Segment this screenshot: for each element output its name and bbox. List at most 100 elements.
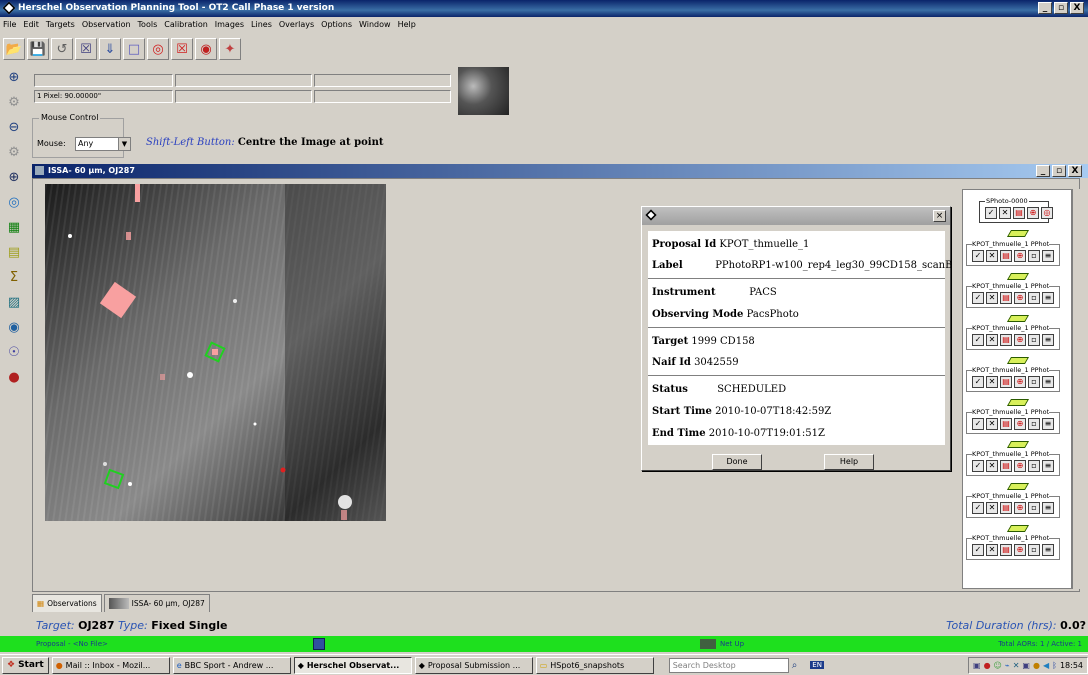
dialog-close-icon[interactable]: × (933, 210, 946, 222)
doc-icon[interactable]: ▫ (1028, 460, 1040, 472)
zoom-out-icon[interactable]: ⊖ (3, 116, 25, 138)
doc-icon[interactable]: ▫ (1028, 292, 1040, 304)
tool-icon[interactable]: ✕ (1013, 661, 1020, 670)
aor-download-icon[interactable]: ⇓ (99, 38, 121, 60)
delete-icon[interactable]: ✕ (986, 502, 998, 514)
list-icon[interactable]: ≡ (1042, 460, 1054, 472)
catalog-icon[interactable]: ◉ (3, 316, 25, 338)
sky-image[interactable] (45, 184, 386, 521)
table-icon[interactable]: ▤ (1000, 250, 1012, 262)
overlay-icon[interactable]: ☉ (3, 341, 25, 363)
checkbox-icon[interactable]: ✓ (985, 207, 997, 219)
target-icon[interactable]: ⊕ (1014, 502, 1026, 514)
zoom-disabled-icon[interactable]: ⚙ (3, 91, 25, 113)
target-icon[interactable]: ⊕ (1014, 544, 1026, 556)
network-icon[interactable]: ⌁ (1005, 661, 1010, 670)
help-button[interactable]: Help (824, 454, 874, 470)
center-target-icon[interactable]: ◎ (3, 191, 25, 213)
layers-icon[interactable]: ▨ (3, 291, 25, 313)
delete-icon[interactable]: ✕ (986, 460, 998, 472)
menu-help[interactable]: Help (398, 18, 416, 32)
list-icon[interactable]: ≡ (1042, 250, 1054, 262)
tab-issa-image[interactable]: ISSA- 60 μm, OJ287 (103, 594, 210, 612)
minimize-button[interactable]: _ (1038, 2, 1052, 14)
checkbox-icon[interactable]: ✓ (972, 334, 984, 346)
aor-item[interactable]: KPOT_thmuelle_1 PPhot ✓ ✕ ▤ ⊕ ▫ ≡ (966, 282, 1060, 312)
desktop-search-input[interactable]: Search Desktop (668, 657, 789, 673)
planet-icon[interactable]: ● (3, 366, 25, 388)
list-icon[interactable]: ≡ (1042, 334, 1054, 346)
aor-list-scrollbar[interactable] (1072, 189, 1080, 589)
image-thumbnail[interactable] (458, 67, 509, 115)
delete-icon[interactable]: ✕ (999, 207, 1011, 219)
target-marker[interactable] (280, 467, 286, 473)
table-icon[interactable]: ▤ (1000, 418, 1012, 430)
target-icon[interactable]: ⊕ (1014, 376, 1026, 388)
bluetooth-icon[interactable]: ᛒ (1052, 661, 1057, 670)
table-icon[interactable]: ▤ (1013, 207, 1025, 219)
footprint-small[interactable] (126, 232, 131, 240)
target-icon[interactable]: ⊕ (1014, 250, 1026, 262)
taskbar-item-bbc[interactable]: e BBC Sport - Andrew ... (172, 656, 291, 674)
target-icon[interactable]: ⊕ (1027, 207, 1039, 219)
menu-edit[interactable]: Edit (23, 18, 39, 32)
delete-icon[interactable]: ✕ (986, 334, 998, 346)
image-maximize-button[interactable]: ▫ (1052, 165, 1066, 177)
taskbar-item-proposal[interactable]: ◆ Proposal Submission ... (414, 656, 533, 674)
table-icon[interactable]: ▤ (1000, 334, 1012, 346)
delete-icon[interactable]: ✕ (986, 250, 998, 262)
table-icon[interactable]: ▤ (1000, 292, 1012, 304)
table-icon[interactable]: ▤ (1000, 544, 1012, 556)
footprint-marker-1[interactable] (212, 349, 218, 355)
delete-icon[interactable]: ✕ (986, 418, 998, 430)
table-icon[interactable]: ▤ (1000, 502, 1012, 514)
footprint-scan-top[interactable] (135, 184, 140, 202)
doc-icon[interactable]: ▫ (1028, 418, 1040, 430)
checkbox-icon[interactable]: ✓ (972, 250, 984, 262)
mouse-select[interactable]: Any ▼ (75, 137, 131, 151)
menu-targets[interactable]: Targets (46, 18, 75, 32)
aor-item[interactable]: KPOT_thmuelle_1 PPhot ✓ ✕ ▤ ⊕ ▫ ≡ (966, 408, 1060, 438)
list-icon[interactable]: ≡ (1042, 544, 1054, 556)
list-icon[interactable]: ≡ (1042, 418, 1054, 430)
aor-document-icon[interactable]: □ (123, 38, 145, 60)
target-icon[interactable]: ⊕ (1014, 460, 1026, 472)
aor-item[interactable]: KPOT_thmuelle_1 PPhot ✓ ✕ ▤ ⊕ ▫ ≡ (966, 366, 1060, 396)
doc-icon[interactable]: ▫ (1028, 376, 1040, 388)
checkbox-icon[interactable]: ✓ (972, 502, 984, 514)
list-icon[interactable]: ≡ (1042, 502, 1054, 514)
app-icon[interactable]: ▣ (1022, 661, 1030, 670)
menu-images[interactable]: Images (215, 18, 244, 32)
delete-icon[interactable]: ✕ (986, 544, 998, 556)
undo-icon[interactable]: ↺ (51, 38, 73, 60)
target-icon[interactable]: ⊕ (1014, 292, 1026, 304)
table-icon[interactable]: ▤ (1000, 376, 1012, 388)
menu-observation[interactable]: Observation (82, 18, 131, 32)
aor-item[interactable]: KPOT_thmuelle_1 PPhot ✓ ✕ ▤ ⊕ ▫ ≡ (966, 492, 1060, 522)
menu-tools[interactable]: Tools (138, 18, 158, 32)
aor-item[interactable]: KPOT_thmuelle_1 PPhot ✓ ✕ ▤ ⊕ ▫ ≡ (966, 240, 1060, 270)
menu-options[interactable]: Options (321, 18, 352, 32)
bullseye-icon[interactable]: ◎ (1041, 207, 1053, 219)
checkbox-icon[interactable]: ✓ (972, 460, 984, 472)
volume-icon[interactable]: ◀ (1043, 661, 1049, 670)
target-icon[interactable]: ⊕ (1014, 418, 1026, 430)
language-indicator[interactable]: EN (810, 661, 824, 669)
close-button[interactable]: X (1070, 2, 1084, 14)
aor-item[interactable]: KPOT_thmuelle_1 PPhot ✓ ✕ ▤ ⊕ ▫ ≡ (966, 450, 1060, 480)
grid-icon[interactable]: ▦ (3, 216, 25, 238)
start-button[interactable]: ❖ Start (2, 656, 49, 674)
checkbox-icon[interactable]: ✓ (972, 376, 984, 388)
target-map-icon[interactable]: ◉ (195, 38, 217, 60)
menu-overlays[interactable]: Overlays (279, 18, 314, 32)
target-remove-icon[interactable]: ☒ (171, 38, 193, 60)
delete-aor-icon[interactable]: ☒ (75, 38, 97, 60)
menu-window[interactable]: Window (359, 18, 391, 32)
aor-item-sphoto[interactable]: SPhoto-0000 ✓ ✕ ▤ ⊕ ◎ (979, 197, 1053, 227)
antivirus-icon[interactable]: ● (984, 661, 991, 670)
target-link-icon[interactable]: ✦ (219, 38, 241, 60)
messenger-icon[interactable]: ☺ (994, 661, 1002, 670)
save-icon[interactable]: 💾 (27, 38, 49, 60)
checkbox-icon[interactable]: ✓ (972, 418, 984, 430)
done-button[interactable]: Done (712, 454, 762, 470)
